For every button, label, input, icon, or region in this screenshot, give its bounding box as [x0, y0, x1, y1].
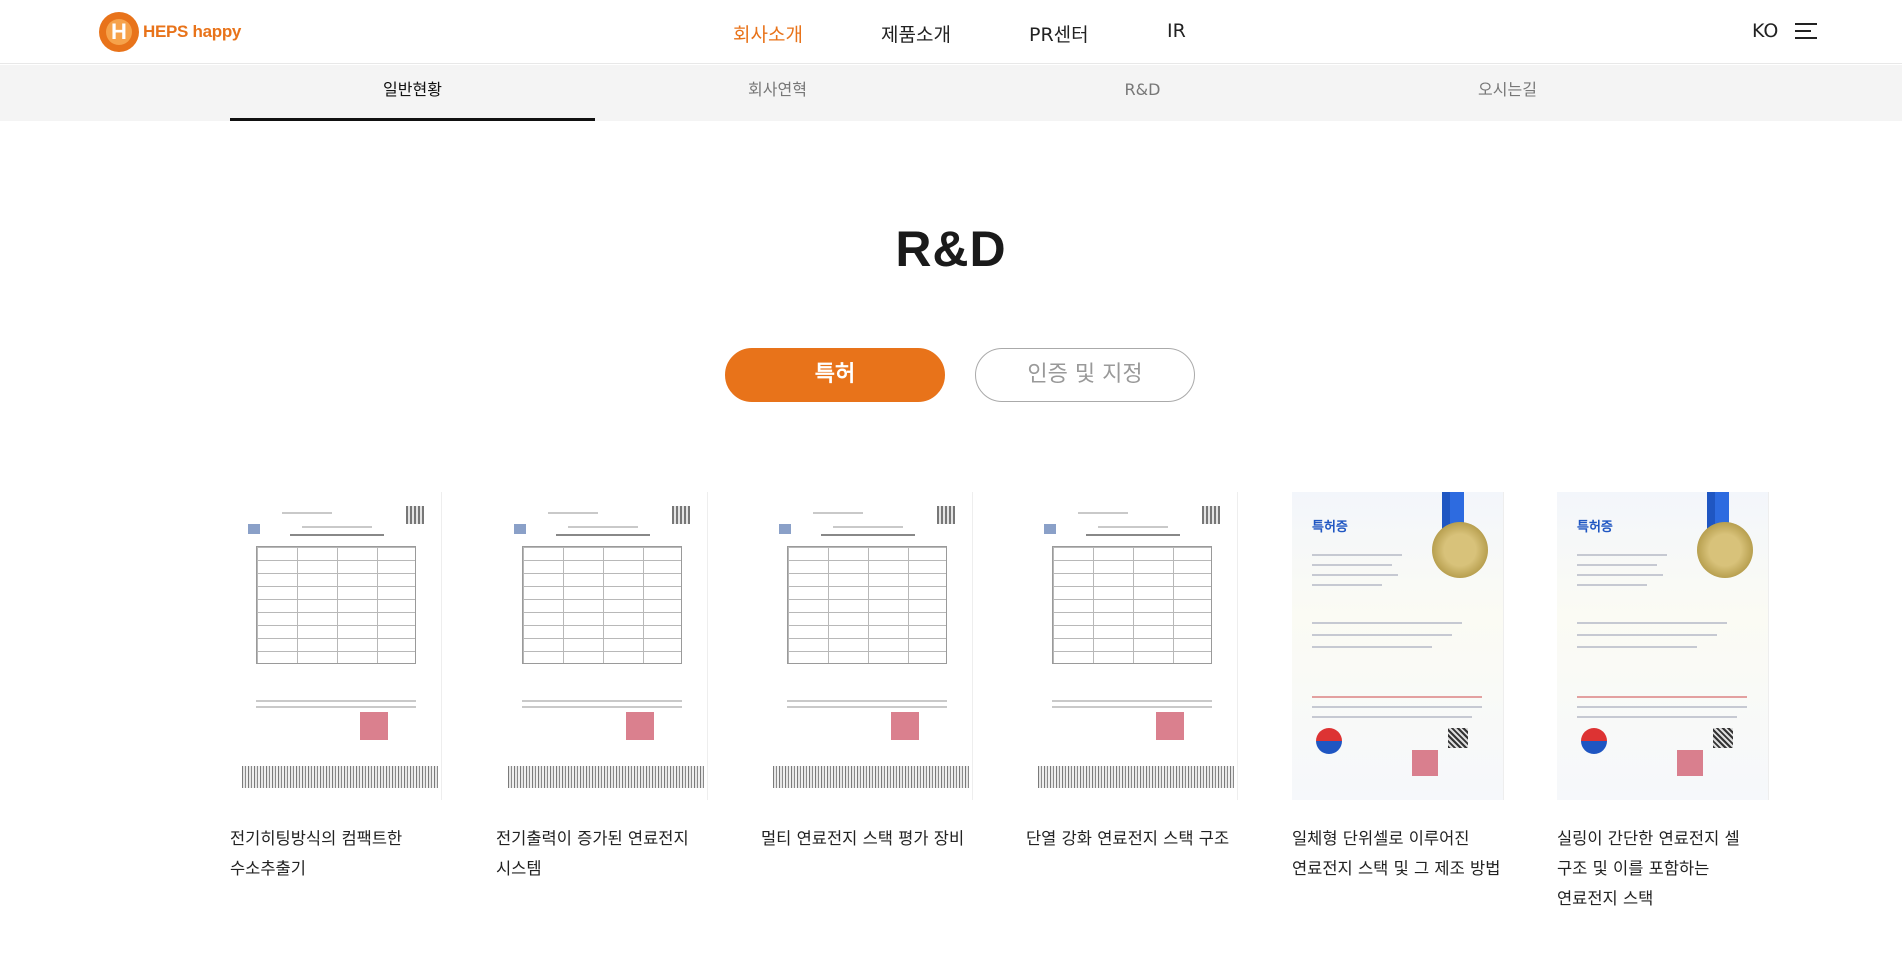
certificate-heading: [290, 534, 384, 536]
subnav-tab-overview[interactable]: 일반현황: [230, 65, 595, 121]
language-selector[interactable]: KO: [1752, 20, 1778, 42]
tab-patents[interactable]: 특허: [725, 348, 945, 402]
certificate-title: 실링이 간단한 연료전지 셀 구조 및 이를 포함하는 연료전지 스택: [1557, 829, 1740, 908]
certificate-image: [230, 492, 442, 800]
certificate-image: [496, 492, 708, 800]
certificate-title: 전기출력이 증가된 연료전지 시스템: [496, 829, 689, 878]
certificate-card[interactable]: 전기히팅방식의 컴팩트한 수소추출기: [230, 492, 442, 884]
certificate-card[interactable]: 특허증 실링이 간단한 연료전지 셀 구조 및 이를 포함하는 연료전지 스택: [1557, 492, 1769, 914]
korea-emblem-icon: [1316, 728, 1342, 754]
certificate-heading: 특허증: [1577, 520, 1613, 535]
certificate-image: [1026, 492, 1238, 800]
certificate-card[interactable]: 멀티 연료전지 스택 평가 장비: [761, 492, 973, 854]
certificate-image: [761, 492, 973, 800]
certificate-card[interactable]: 특허증 일체형 단위셀로 이루어진 연료전지 스택 및 그 제조 방법: [1292, 492, 1504, 884]
nav-ir[interactable]: IR: [1167, 20, 1186, 42]
certificate-title: 단열 강화 연료전지 스택 구조: [1026, 829, 1230, 848]
subnav-tab-history[interactable]: 회사연혁: [595, 65, 960, 121]
certificate-title: 일체형 단위셀로 이루어진 연료전지 스택 및 그 제조 방법: [1292, 829, 1501, 878]
gold-seal-icon: [1432, 522, 1488, 578]
certificate-image: 특허증: [1292, 492, 1504, 800]
nav-products[interactable]: 제품소개: [881, 20, 951, 47]
gold-seal-icon: [1697, 522, 1753, 578]
logo[interactable]: H HEPS happy: [99, 12, 241, 52]
logo-mark-icon: H: [99, 12, 139, 52]
certificate-title: 멀티 연료전지 스택 평가 장비: [761, 829, 965, 848]
nav-company-intro[interactable]: 회사소개: [733, 20, 803, 47]
sub-navigation: 일반현황 회사연혁 R&D 오시는길: [0, 65, 1902, 121]
certificate-card[interactable]: 전기출력이 증가된 연료전지 시스템: [496, 492, 708, 884]
certificate-title: 전기히팅방식의 컴팩트한 수소추출기: [230, 829, 403, 878]
certificate-image: 특허증: [1557, 492, 1769, 800]
subnav-tab-rnd[interactable]: R&D: [960, 65, 1325, 121]
certificate-heading: 특허증: [1312, 520, 1348, 535]
korea-emblem-icon: [1581, 728, 1607, 754]
logo-text: HEPS happy: [143, 22, 242, 41]
site-header: H HEPS happy 회사소개 제품소개 PR센터 IR KO: [0, 0, 1902, 64]
certificate-card[interactable]: 단열 강화 연료전지 스택 구조: [1026, 492, 1238, 854]
page-title: R&D: [895, 221, 1007, 277]
tab-certifications[interactable]: 인증 및 지정: [975, 348, 1195, 402]
subnav-tab-location[interactable]: 오시는길: [1325, 65, 1690, 121]
nav-pr-center[interactable]: PR센터: [1029, 20, 1089, 47]
hamburger-menu-icon[interactable]: [1795, 22, 1817, 40]
